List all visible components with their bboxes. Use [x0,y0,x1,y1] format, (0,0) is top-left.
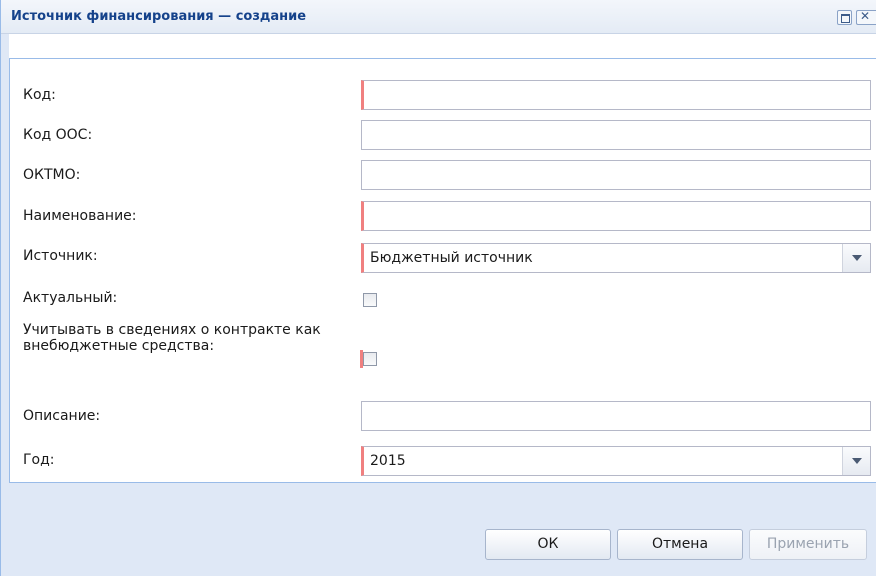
apply-button[interactable]: Применить [749,529,867,560]
close-icon[interactable] [856,9,876,25]
oktmo-field[interactable] [361,160,871,190]
maximize-icon[interactable] [837,10,852,25]
actual-label: Актуальный: [23,290,118,306]
year-select-value: 2015 [370,453,406,469]
form-top-strip [9,34,876,58]
name-label: Наименование: [23,208,137,224]
code-field[interactable] [361,80,871,110]
year-select[interactable]: 2015 [361,446,871,476]
source-label: Источник: [23,248,98,264]
source-select[interactable]: Бюджетный источник [361,243,871,273]
ok-button[interactable]: ОК [485,529,611,560]
footer-divider [9,482,876,483]
actual-checkbox[interactable] [363,293,377,307]
year-label: Год: [23,452,55,468]
oos-code-field[interactable] [361,120,871,150]
oos-code-label: Код ООС: [23,127,93,143]
dialog-window: Источник финансирования — создание Код: … [0,0,876,576]
offbudget-checkbox[interactable] [363,352,377,366]
offbudget-label: Учитывать в сведениях о контракте как вн… [23,322,321,354]
source-select-value: Бюджетный источник [370,250,533,266]
chevron-down-icon[interactable] [842,244,870,272]
oktmo-label: ОКТМО: [23,167,81,183]
code-label: Код: [23,87,56,103]
cancel-button[interactable]: Отмена [617,529,743,560]
dialog-titlebar[interactable]: Источник финансирования — создание [1,0,876,34]
description-field[interactable] [361,401,871,431]
description-label: Описание: [23,408,101,424]
dialog-title: Источник финансирования — создание [11,9,307,24]
name-field[interactable] [361,201,871,231]
chevron-down-icon[interactable] [842,447,870,475]
